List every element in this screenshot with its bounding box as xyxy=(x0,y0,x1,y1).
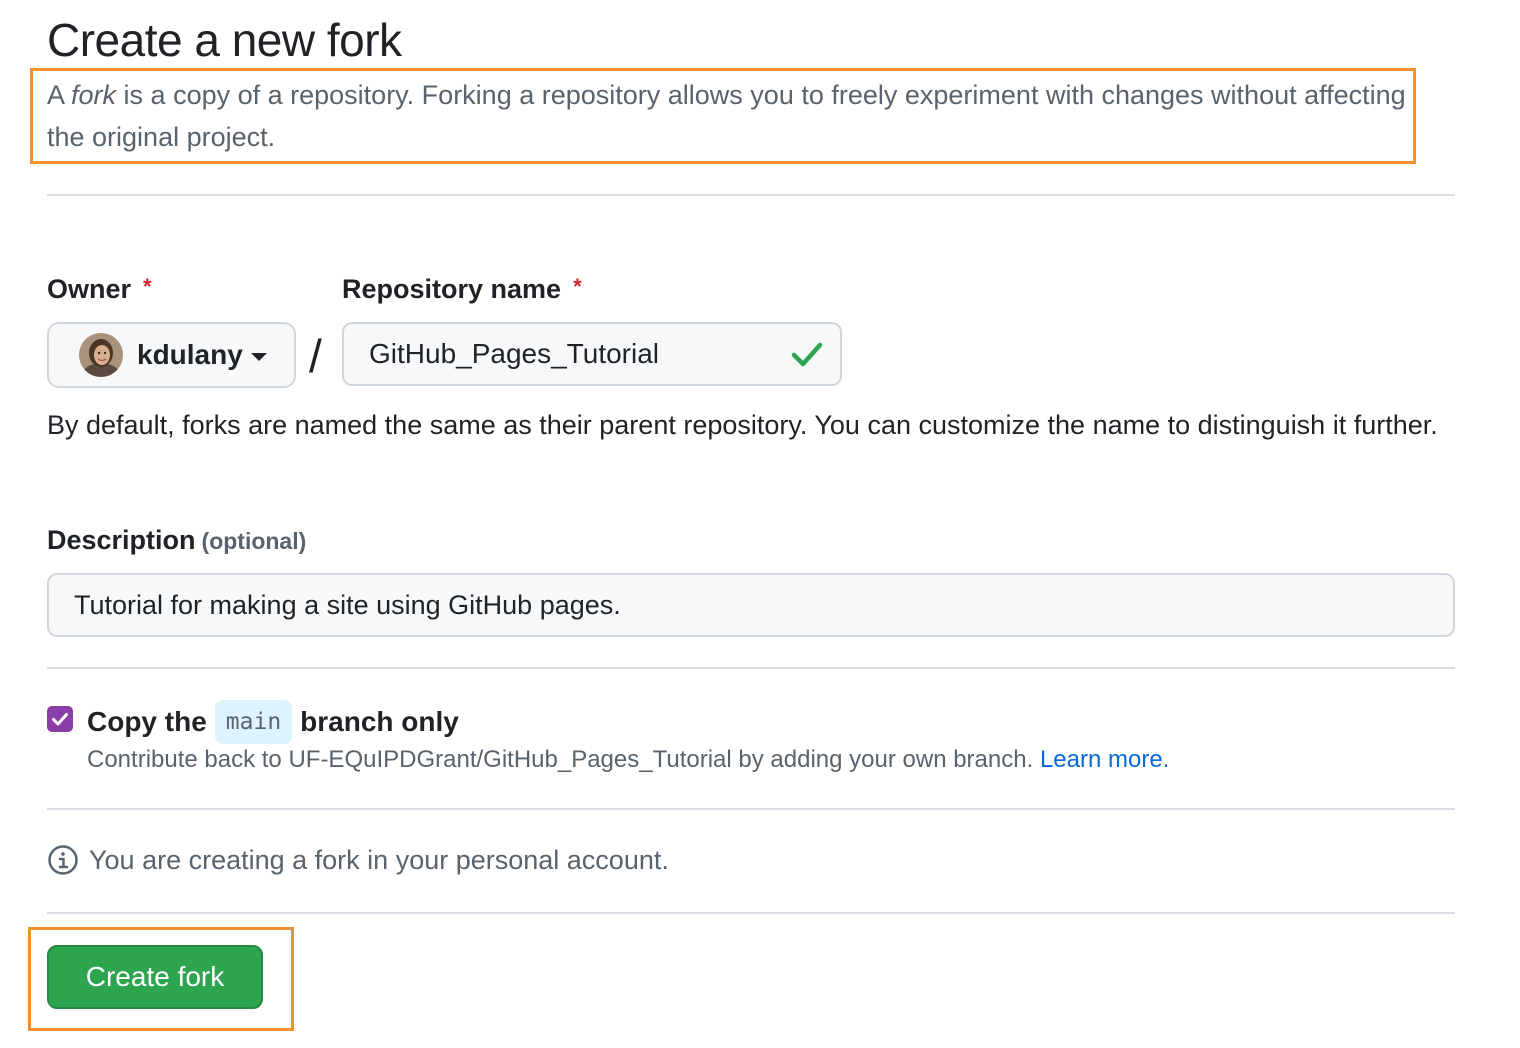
learn-more-link[interactable]: Learn more. xyxy=(1040,746,1169,773)
divider xyxy=(47,912,1455,914)
personal-account-notice-text: You are creating a fork in your personal… xyxy=(89,844,669,875)
repository-name-label-text: Repository name xyxy=(342,274,562,304)
copy-branch-label-after: branch only xyxy=(300,706,459,737)
branch-name-code: main xyxy=(214,700,293,744)
repository-required-mark: * xyxy=(573,274,582,299)
create-fork-page: Create a new fork A fork is a copy of a … xyxy=(0,0,1520,1048)
repository-name-help: By default, forks are named the same as … xyxy=(47,410,1438,440)
owner-select[interactable]: kdulany xyxy=(47,322,296,388)
divider xyxy=(47,667,1455,669)
divider xyxy=(47,194,1455,196)
intro-suffix: is a copy of a repository. Forking a rep… xyxy=(47,80,1406,152)
owner-required-mark: * xyxy=(143,274,152,299)
description-label: Description (optional) xyxy=(47,522,306,559)
owner-label-text: Owner xyxy=(47,274,132,304)
copy-branch-label-before: Copy the xyxy=(87,706,207,737)
owner-label: Owner * xyxy=(47,271,152,307)
intro-emphasis: fork xyxy=(71,80,117,110)
copy-branch-checkbox[interactable] xyxy=(47,706,73,732)
info-icon xyxy=(48,845,78,875)
description-label-text: Description xyxy=(47,525,196,555)
repository-name-label: Repository name * xyxy=(342,271,582,307)
repository-name-input[interactable]: GitHub_Pages_Tutorial xyxy=(342,322,842,386)
owner-repo-separator: / xyxy=(309,330,322,382)
copy-branch-help-text: Contribute back to UF-EQuIPDGrant/GitHub… xyxy=(87,746,1034,773)
description-value: Tutorial for making a site using GitHub … xyxy=(74,589,621,620)
avatar xyxy=(79,333,123,377)
check-icon xyxy=(791,342,823,367)
copy-branch-label[interactable]: Copy the main branch only xyxy=(87,700,459,744)
description-optional-label: (optional) xyxy=(201,528,307,554)
intro-text: A fork is a copy of a repository. Forkin… xyxy=(47,74,1417,158)
page-title: Create a new fork xyxy=(47,14,402,66)
owner-name: kdulany xyxy=(137,339,243,370)
description-input[interactable]: Tutorial for making a site using GitHub … xyxy=(47,573,1455,637)
repository-name-value: GitHub_Pages_Tutorial xyxy=(369,338,660,369)
intro-prefix: A xyxy=(47,80,72,110)
copy-branch-help: Contribute back to UF-EQuIPDGrant/GitHub… xyxy=(87,744,1169,776)
create-fork-button[interactable]: Create fork xyxy=(47,945,263,1009)
divider xyxy=(47,808,1455,810)
checkmark-icon xyxy=(52,713,68,726)
personal-account-notice: You are creating a fork in your personal… xyxy=(47,844,669,876)
chevron-down-icon xyxy=(250,353,267,361)
